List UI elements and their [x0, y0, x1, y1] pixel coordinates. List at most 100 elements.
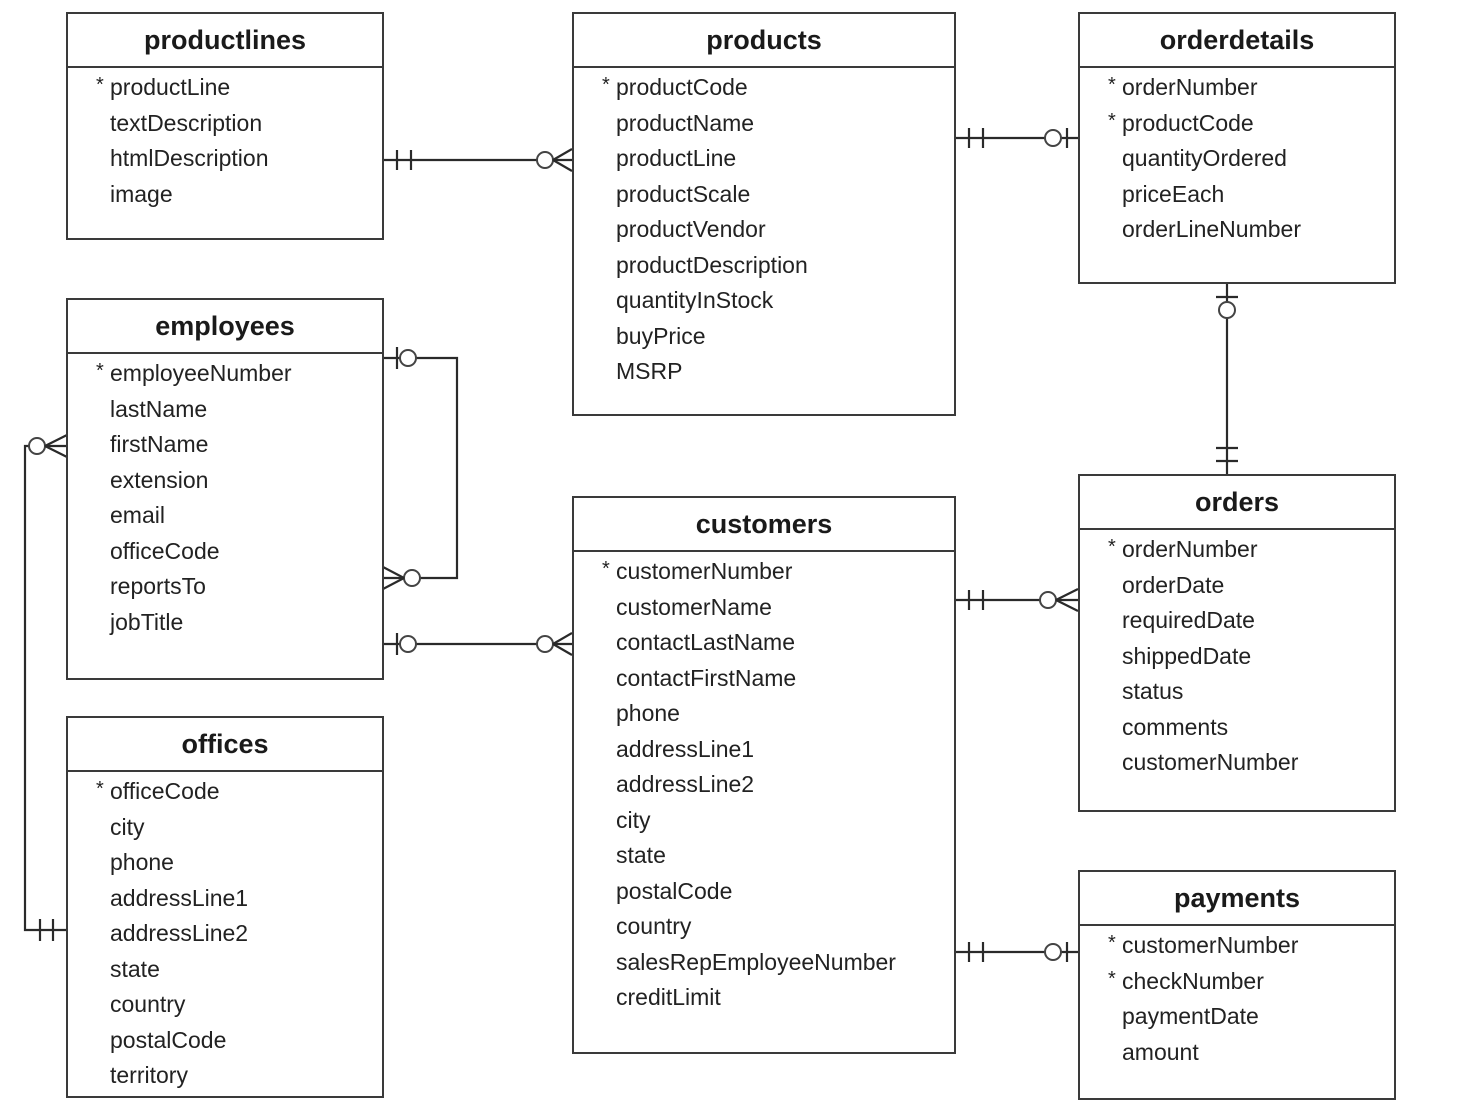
field-row[interactable]: state	[68, 952, 382, 988]
field-row[interactable]: firstName	[68, 427, 382, 463]
field-row[interactable]: orderLineNumber	[1080, 212, 1394, 248]
entity-employees[interactable]: employees * employeeNumber lastName firstNam…	[66, 298, 384, 680]
entity-title: orders	[1080, 476, 1394, 530]
field-row[interactable]: productScale	[574, 177, 954, 213]
entity-title: customers	[574, 498, 954, 552]
field-row[interactable]: state	[574, 838, 954, 874]
entity-title: payments	[1080, 872, 1394, 926]
field-row[interactable]: customerName	[574, 590, 954, 626]
field-row[interactable]: territory	[68, 1058, 382, 1094]
field-name: paymentDate	[1122, 1003, 1259, 1029]
field-row[interactable]: requiredDate	[1080, 603, 1394, 639]
field-row[interactable]: * employeeNumber	[68, 356, 382, 392]
field-row[interactable]: orderDate	[1080, 568, 1394, 604]
field-row[interactable]: * orderNumber	[1080, 532, 1394, 568]
field-row[interactable]: paymentDate	[1080, 999, 1394, 1035]
field-row[interactable]: * orderNumber	[1080, 70, 1394, 106]
field-row[interactable]: email	[68, 498, 382, 534]
field-row[interactable]: addressLine2	[574, 767, 954, 803]
field-row[interactable]: amount	[1080, 1035, 1394, 1071]
field-row[interactable]: status	[1080, 674, 1394, 710]
field-name: productLine	[616, 145, 737, 171]
field-row[interactable]: image	[68, 177, 382, 213]
field-row[interactable]: * checkNumber	[1080, 964, 1394, 1000]
field-row[interactable]: city	[68, 810, 382, 846]
field-row[interactable]: htmlDescription	[68, 141, 382, 177]
field-name: email	[110, 502, 165, 528]
field-row[interactable]: reportsTo	[68, 569, 382, 605]
field-name: orderDate	[1122, 571, 1225, 598]
rel-employees-customers	[383, 632, 573, 656]
field-row[interactable]: * customerNumber	[1080, 928, 1394, 964]
field-row[interactable]: extension	[68, 463, 382, 499]
field-row[interactable]: postalCode	[68, 1023, 382, 1059]
primary-key-marker: *	[1108, 74, 1116, 96]
field-name: city	[616, 806, 651, 833]
field-row[interactable]: postalCode	[574, 874, 954, 910]
field-row[interactable]: buyPrice	[574, 319, 954, 355]
field-name: jobTitle	[110, 608, 184, 635]
field-row[interactable]: productName	[574, 106, 954, 142]
field-row[interactable]: productDescription	[574, 248, 954, 284]
field-name: city	[110, 813, 145, 840]
entity-products[interactable]: products * productCode productName productLi…	[572, 12, 956, 416]
field-name: status	[1122, 678, 1184, 704]
field-row[interactable]: phone	[574, 696, 954, 732]
field-name: addressLine2	[110, 920, 249, 946]
field-name: productCode	[1122, 109, 1254, 136]
field-name: shippedDate	[1122, 642, 1252, 669]
field-row[interactable]: contactFirstName	[574, 661, 954, 697]
field-row[interactable]: textDescription	[68, 106, 382, 142]
field-list: * customerNumber * checkNumber paymentDate am…	[1080, 926, 1394, 1070]
field-name: customerNumber	[1122, 749, 1299, 775]
field-name: territory	[110, 1062, 188, 1088]
field-list: * orderNumber * productCode quantityOrdered p…	[1080, 68, 1394, 248]
entity-offices[interactable]: offices * officeCode city phone addressLine1 a…	[66, 716, 384, 1098]
field-row[interactable]: MSRP	[574, 354, 954, 390]
field-row[interactable]: phone	[68, 845, 382, 881]
field-row[interactable]: country	[574, 909, 954, 945]
field-row[interactable]: officeCode	[68, 534, 382, 570]
field-row[interactable]: * officeCode	[68, 774, 382, 810]
field-name: addressLine1	[616, 735, 755, 762]
field-row[interactable]: priceEach	[1080, 177, 1394, 213]
field-row[interactable]: comments	[1080, 710, 1394, 746]
field-row[interactable]: shippedDate	[1080, 639, 1394, 675]
entity-orderdetails[interactable]: orderdetails * orderNumber * productCode quan…	[1078, 12, 1396, 284]
field-row[interactable]: * productCode	[1080, 106, 1394, 142]
entity-customers[interactable]: customers * customerNumber customerName cont…	[572, 496, 956, 1054]
field-name: addressLine1	[110, 884, 249, 911]
field-name: creditLimit	[616, 984, 721, 1010]
field-row[interactable]: country	[68, 987, 382, 1023]
entity-orders[interactable]: orders * orderNumber orderDate requiredDate s…	[1078, 474, 1396, 812]
field-row[interactable]: * productLine	[68, 70, 382, 106]
entity-productlines[interactable]: productlines * productLine textDescription h…	[66, 12, 384, 240]
field-name: orderNumber	[1122, 536, 1258, 562]
field-row[interactable]: addressLine1	[574, 732, 954, 768]
field-name: state	[110, 955, 160, 982]
field-row[interactable]: customerNumber	[1080, 745, 1394, 781]
field-row[interactable]: salesRepEmployeeNumber	[574, 945, 954, 981]
rel-employees-reportsto	[382, 347, 459, 590]
field-name: image	[110, 180, 173, 207]
field-row[interactable]: contactLastName	[574, 625, 954, 661]
field-row[interactable]: quantityInStock	[574, 283, 954, 319]
field-name: productCode	[616, 74, 748, 100]
field-row[interactable]: lastName	[68, 392, 382, 428]
field-row[interactable]: addressLine1	[68, 881, 382, 917]
field-row[interactable]: productVendor	[574, 212, 954, 248]
field-row[interactable]: creditLimit	[574, 980, 954, 1016]
field-row[interactable]: quantityOrdered	[1080, 141, 1394, 177]
field-row[interactable]: city	[574, 803, 954, 839]
field-row[interactable]: addressLine2	[68, 916, 382, 952]
field-row[interactable]: productLine	[574, 141, 954, 177]
field-row[interactable]: jobTitle	[68, 605, 382, 641]
field-name: quantityInStock	[616, 287, 774, 313]
field-row[interactable]: * customerNumber	[574, 554, 954, 590]
field-name: state	[616, 842, 666, 868]
field-row[interactable]: * productCode	[574, 70, 954, 106]
entity-payments[interactable]: payments * customerNumber * checkNumber payme…	[1078, 870, 1396, 1100]
field-name: quantityOrdered	[1122, 145, 1287, 171]
field-name: comments	[1122, 713, 1229, 740]
field-name: checkNumber	[1122, 967, 1264, 994]
